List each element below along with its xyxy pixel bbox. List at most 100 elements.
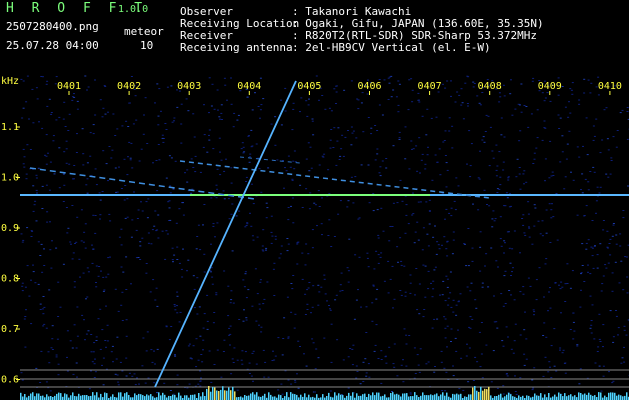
noise-dot	[478, 102, 481, 104]
noise-dot	[382, 230, 385, 232]
noise-dot	[156, 392, 158, 394]
noise-dot	[212, 148, 215, 150]
noise-dot	[523, 105, 526, 106]
noise-bar	[604, 395, 606, 400]
noise-dot	[489, 126, 492, 128]
noise-bar	[168, 395, 170, 400]
noise-bar	[256, 392, 258, 400]
noise-dot	[127, 156, 129, 158]
noise-dot	[553, 328, 556, 330]
noise-dot	[507, 179, 510, 181]
noise-dot	[502, 385, 505, 387]
noise-dot	[404, 158, 407, 160]
noise-dot	[450, 328, 453, 330]
noise-bar	[264, 393, 266, 400]
noise-dot	[571, 82, 574, 84]
noise-dot	[153, 382, 156, 384]
noise-dot	[87, 330, 90, 332]
noise-dot	[259, 117, 261, 119]
noise-dot	[206, 328, 209, 330]
noise-dot	[285, 170, 288, 172]
noise-dot	[230, 77, 232, 79]
antenna-label: Receiving antenna	[180, 41, 293, 54]
noise-dot	[90, 334, 93, 335]
noise-dot	[330, 129, 333, 130]
freq-tick-label: 0.6	[1, 375, 19, 386]
noise-dot	[409, 282, 412, 284]
noise-dot	[135, 229, 138, 231]
noise-dot	[503, 95, 506, 97]
noise-dot	[92, 351, 95, 353]
noise-dot	[76, 376, 78, 378]
noise-bar	[292, 393, 294, 400]
noise-dot	[97, 318, 100, 320]
noise-dot	[26, 265, 29, 267]
noise-dot	[254, 268, 257, 270]
noise-dot	[468, 326, 471, 328]
noise-dot	[259, 109, 262, 111]
noise-dot	[589, 92, 592, 94]
noise-dot	[539, 233, 542, 235]
noise-dot	[107, 111, 109, 113]
noise-bar	[184, 395, 186, 400]
noise-dot	[131, 167, 134, 169]
noise-dot	[434, 266, 437, 268]
noise-dot	[287, 155, 290, 157]
noise-dot	[556, 239, 559, 241]
noise-dot	[186, 387, 189, 389]
noise-dot	[531, 379, 534, 381]
noise-bar	[624, 395, 626, 400]
noise-dot	[562, 349, 565, 351]
noise-dot	[439, 294, 441, 296]
meteor-count: 10	[140, 39, 154, 52]
noise-dot	[376, 153, 379, 155]
noise-bar	[86, 395, 88, 400]
noise-dot	[101, 191, 104, 192]
noise-dot	[430, 117, 433, 119]
noise-dot	[169, 219, 172, 221]
noise-dot	[147, 242, 150, 244]
noise-bar	[360, 395, 362, 400]
noise-dot	[294, 313, 297, 315]
noise-dot	[76, 306, 79, 308]
noise-dot	[491, 226, 494, 228]
noise-bar	[346, 395, 348, 400]
noise-dot	[270, 231, 273, 233]
noise-dot	[165, 326, 168, 328]
noise-dot	[102, 384, 105, 386]
noise-dot	[547, 310, 549, 312]
noise-dot	[543, 296, 545, 298]
noise-dot	[223, 339, 226, 341]
noise-dot	[499, 184, 502, 186]
noise-dot	[568, 130, 571, 132]
noise-dot	[294, 161, 297, 163]
noise-dot	[534, 207, 537, 209]
noise-dot	[487, 115, 490, 117]
noise-dot	[486, 79, 489, 81]
noise-dot	[245, 225, 248, 226]
noise-dot	[347, 200, 350, 202]
noise-bar	[174, 394, 176, 400]
noise-dot	[520, 111, 523, 113]
noise-dot	[216, 89, 219, 91]
noise-dot	[270, 215, 273, 217]
noise-dot	[490, 247, 493, 249]
noise-dot	[170, 326, 173, 327]
noise-bar	[352, 392, 354, 400]
noise-bar	[274, 396, 276, 400]
noise-dot	[32, 185, 35, 187]
noise-dot	[571, 93, 574, 95]
noise-dot	[73, 324, 76, 326]
noise-dot	[32, 271, 35, 273]
noise-dot	[219, 151, 221, 153]
noise-dot	[446, 325, 449, 327]
noise-dot	[431, 296, 434, 298]
noise-dot	[287, 337, 290, 339]
noise-dot	[511, 114, 514, 116]
noise-dot	[432, 236, 435, 238]
noise-dot	[587, 271, 589, 273]
noise-dot	[506, 375, 509, 377]
noise-dot	[396, 202, 399, 204]
noise-dot	[248, 362, 251, 364]
noise-bar	[362, 394, 364, 400]
